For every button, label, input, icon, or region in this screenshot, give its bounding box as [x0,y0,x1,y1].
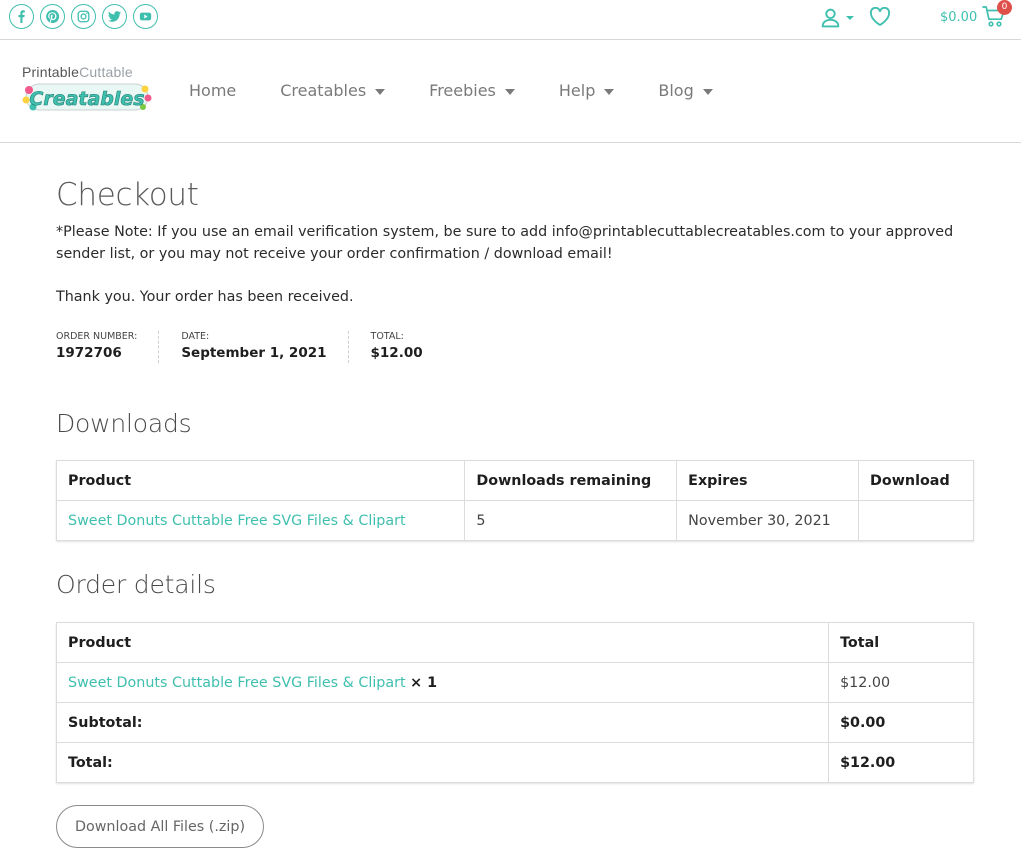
nav-creatables[interactable]: Creatables [280,81,386,100]
nav-help[interactable]: Help [558,81,615,100]
order-date-label: Date: [181,331,210,342]
cart-total[interactable]: $0.00 [940,10,977,25]
email-verification-note: *Please Note: If you use an email verifi… [56,224,954,262]
nav-label: Help [558,81,596,100]
logo-word-creatables: Creatables [29,88,144,110]
order-overview: Order number: 1972706 Date: September 1,… [56,331,466,363]
column-header: Product [55,622,830,663]
column-header: Download [858,460,974,501]
nav-label: Creatables [280,81,367,100]
total-label: Total: [55,742,830,783]
caret-down-icon [702,88,713,95]
downloads-remaining-cell: 5 [464,500,678,541]
order-date: Date: September 1, 2021 [181,331,349,363]
order-product-link[interactable]: Sweet Donuts Cuttable Free SVG Files & C… [68,675,406,691]
main-nav: Home Creatables Freebies Help Blog [189,81,757,100]
order-received-message: Thank you. Your order has been received. [56,289,354,305]
cart-count-badge: 0 [997,0,1012,15]
order-total-value: $12.00 [370,345,423,361]
table-row: Sweet Donuts Cuttable Free SVG Files & C… [55,500,974,541]
twitter-icon[interactable] [102,4,127,29]
downloads-title: Downloads [56,409,192,438]
nav-blog[interactable]: Blog [658,81,713,100]
user-icon [821,8,840,28]
chevron-down-icon [846,15,854,20]
download-product-cell: Sweet Donuts Cuttable Free SVG Files & C… [55,500,466,541]
column-header: Downloads remaining [464,460,678,501]
caret-down-icon [375,88,386,95]
nav-home[interactable]: Home [189,81,236,100]
expires-cell: November 30, 2021 [676,500,859,541]
subtotal-label: Subtotal: [55,702,830,743]
order-total-label: Total: [370,331,404,342]
download-all-files-button[interactable]: Download All Files (.zip) [56,805,264,848]
nav-freebies[interactable]: Freebies [429,81,515,100]
facebook-icon[interactable] [9,4,34,29]
subtotal-row: Subtotal: $0.00 [55,702,974,743]
order-details-title: Order details [56,570,216,599]
order-number-label: Order number: [56,331,138,342]
caret-down-icon [604,88,615,95]
caret-down-icon [504,88,515,95]
logo-word-printable: Printable [22,64,80,80]
nav-label: Home [189,81,237,100]
top-bar: $0.00 0 [0,0,1021,40]
table-header-row: Product Total [55,622,974,663]
table-header-row: Product Downloads remaining Expires Down… [55,460,974,501]
downloads-table: Product Downloads remaining Expires Down… [55,460,974,541]
site-logo[interactable]: PrintableCuttable Creatables [22,65,154,117]
order-total: Total: $12.00 [371,331,444,363]
logo-creatables-art: Creatables [22,83,152,111]
nav-label: Freebies [429,81,496,100]
download-cell[interactable] [858,500,974,541]
site-header: PrintableCuttable Creatables Home Creata… [0,40,1021,143]
nav-label: Blog [658,81,694,100]
order-details-table: Product Total Sweet Donuts Cuttable Free… [55,622,974,783]
order-number: Order number: 1972706 [56,331,160,363]
order-item-total: $12.00 [828,662,974,703]
subtotal-value: $0.00 [828,702,974,743]
social-links [9,4,158,29]
order-product-cell: Sweet Donuts Cuttable Free SVG Files & C… [55,662,830,703]
column-header: Expires [676,460,859,501]
download-product-link[interactable]: Sweet Donuts Cuttable Free SVG Files & C… [68,513,406,529]
logo-word-cuttable: Cuttable [79,64,133,80]
total-value: $12.00 [828,742,974,783]
instagram-icon[interactable] [71,4,96,29]
order-number-value: 1972706 [56,345,122,361]
total-row: Total: $12.00 [55,742,974,783]
youtube-icon[interactable] [133,4,158,29]
order-date-value: September 1, 2021 [181,345,327,361]
page-title: Checkout [56,177,199,213]
wishlist-heart-icon[interactable] [869,6,891,31]
column-header: Product [55,460,466,501]
column-header: Total [828,622,974,663]
table-row: Sweet Donuts Cuttable Free SVG Files & C… [55,662,974,703]
account-menu[interactable] [820,7,855,28]
logo-tagline: PrintableCuttable [22,65,154,80]
pinterest-icon[interactable] [40,4,65,29]
product-quantity: × 1 [410,674,438,691]
